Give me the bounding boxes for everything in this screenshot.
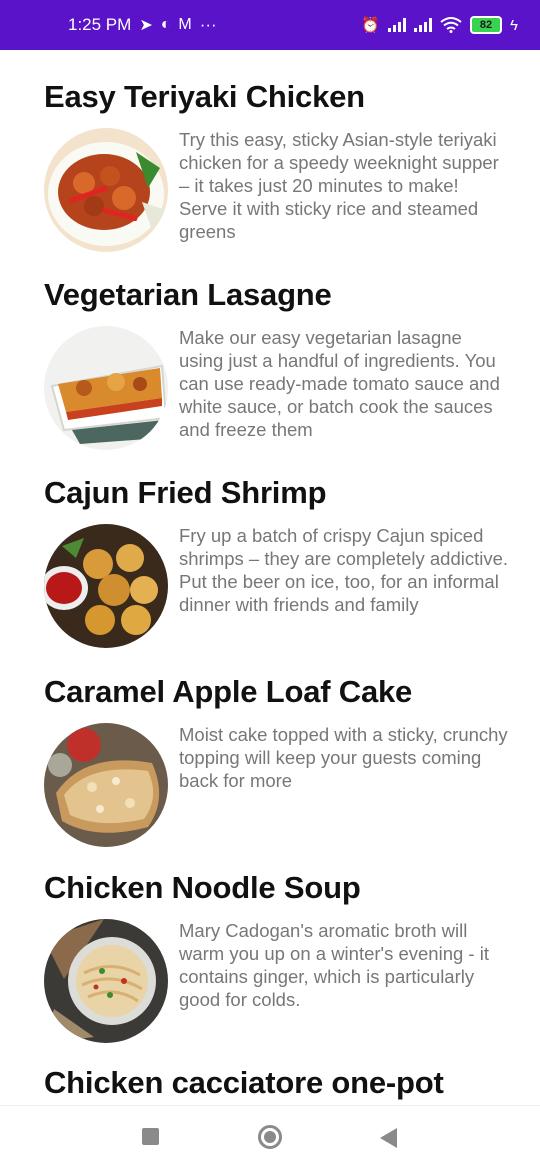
apple-loaf-cake-image: [44, 723, 168, 847]
recipe-title: Easy Teriyaki Chicken: [44, 79, 365, 114]
recipe-title: Caramel Apple Loaf Cake: [44, 674, 413, 709]
navigation-bar: [0, 1105, 540, 1170]
recipe-item[interactable]: Easy Teriyaki Chicken Try this easy, sti…: [44, 78, 514, 252]
telegram-icon: ➤: [139, 17, 153, 34]
vegetarian-lasagne-image: [44, 326, 168, 450]
more-notifications-icon: ···: [199, 15, 217, 34]
charging-icon: ϟ: [510, 16, 518, 34]
recents-button[interactable]: [142, 1128, 159, 1145]
cajun-shrimp-image: [44, 524, 168, 648]
recipe-body: Moist cake topped with a sticky, crunchy…: [44, 723, 514, 847]
recipe-description: Moist cake topped with a sticky, crunchy…: [179, 724, 508, 791]
recipe-item[interactable]: Cajun Fried Shrimp Fry up a batch of cri…: [44, 474, 514, 648]
recipe-title: Chicken Noodle Soup: [44, 870, 361, 905]
wifi-icon: [440, 17, 462, 33]
noodle-soup-image: [44, 919, 168, 1043]
recipe-description: Try this easy, sticky Asian-style teriya…: [179, 129, 499, 242]
recipe-list[interactable]: Easy Teriyaki Chicken Try this easy, sti…: [0, 50, 540, 1105]
recipe-item[interactable]: Chicken Noodle Soup Mary Cadogan's aroma…: [44, 869, 514, 1043]
recipe-title: Chicken cacciatore one-pot: [44, 1065, 444, 1100]
recipe-description: Fry up a batch of crispy Cajun spiced sh…: [179, 525, 509, 615]
back-button[interactable]: [380, 1128, 397, 1148]
recipe-title: Vegetarian Lasagne: [44, 277, 332, 312]
status-bar: 1:25 PM ➤ ◐ M ··· ⏰ 82 ϟ: [0, 0, 540, 50]
recipe-body: Make our easy vegetarian lasagne using j…: [44, 326, 514, 450]
recipe-title: Cajun Fried Shrimp: [44, 475, 327, 510]
signal-2-icon: [414, 18, 433, 32]
status-time: 1:25 PM: [68, 15, 132, 34]
recipe-description: Mary Cadogan's aromatic broth will warm …: [179, 920, 489, 1010]
recipe-body: Fry up a batch of crispy Cajun spiced sh…: [44, 524, 514, 648]
teriyaki-chicken-image: [44, 128, 168, 252]
recipe-item[interactable]: Chicken cacciatore one-pot: [44, 1064, 514, 1102]
gmail-icon: M: [178, 16, 192, 33]
recipe-body: Try this easy, sticky Asian-style teriya…: [44, 128, 514, 252]
status-left: 1:25 PM ➤ ◐ M ···: [68, 15, 217, 35]
recipe-description: Make our easy vegetarian lasagne using j…: [179, 327, 500, 440]
signal-1-icon: [388, 18, 407, 32]
battery-icon: 82: [470, 16, 503, 34]
recipe-item[interactable]: Caramel Apple Loaf Cake Moist cake toppe…: [44, 673, 514, 847]
recipe-item[interactable]: Vegetarian Lasagne Make our easy vegetar…: [44, 276, 514, 450]
alarm-icon: ⏰: [361, 17, 381, 34]
status-right: ⏰ 82 ϟ: [361, 16, 518, 34]
recipe-body: Mary Cadogan's aromatic broth will warm …: [44, 919, 514, 1043]
home-button[interactable]: [258, 1125, 282, 1149]
app-notification-icon: ◐: [160, 16, 171, 33]
